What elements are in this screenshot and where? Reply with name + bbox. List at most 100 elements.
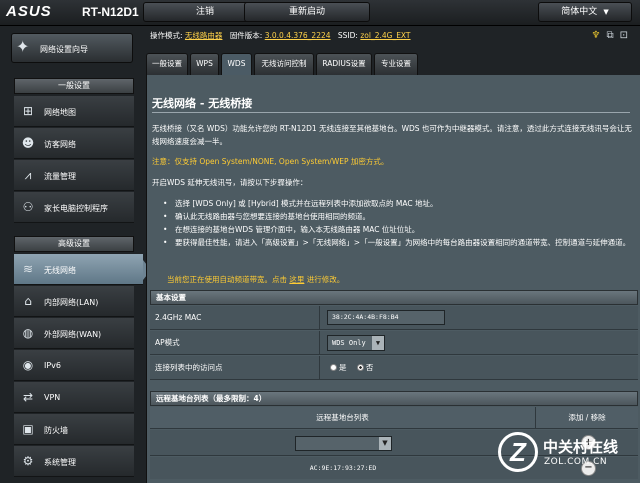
content-panel: 无线网络 - 无线桥接 无线桥接（又名 WDS）功能允许您的 RT-N12D1 …	[146, 75, 640, 483]
col-remote-list: 远程基地台列表	[150, 407, 536, 429]
watermark-en: ZOL.COM.CN	[544, 457, 608, 467]
sidebar-item-traffic-manager[interactable]: ⩘ 流量管理	[14, 160, 134, 191]
auto-note-suffix: 进行修改。	[304, 275, 345, 284]
watermark-zh: 中关村在线	[543, 438, 619, 456]
advanced-section-header: 高级设置	[14, 236, 134, 252]
col-add-remove: 添加 / 移除	[568, 413, 606, 422]
tab-radius[interactable]: RADIUS设置	[316, 53, 372, 75]
tab-wps[interactable]: WPS	[190, 53, 219, 75]
connect-yes-radio[interactable]	[330, 364, 337, 371]
vpn-icon: ⇄	[22, 390, 34, 404]
wan-icon: ◍	[22, 326, 34, 340]
steps-intro: 开启WDS 延伸无线讯号，请按以下步骤操作：	[152, 178, 308, 187]
connect-no-option[interactable]: 否	[356, 363, 374, 372]
sidebar-item-label: 外部网络(WAN)	[44, 330, 102, 339]
mac-address-field[interactable]: 38:2C:4A:4B:F8:B4	[327, 310, 445, 325]
brand-logo: ASUS	[6, 3, 52, 20]
auto-bandwidth-note: 当前您正在使用自动频道带宽。点击 这里 进行修改。	[167, 274, 344, 285]
quick-setup-label: 网络设置向导	[40, 45, 88, 54]
sidebar-item-ipv6[interactable]: ◉ IPv6	[14, 350, 134, 381]
link-status-icon[interactable]: ⊡	[620, 30, 634, 41]
remote-ap-columns: 远程基地台列表 添加 / 移除	[150, 407, 638, 429]
notification-bulb-icon[interactable]: ♆	[592, 30, 607, 41]
connect-ap-row: 连接列表中的访问点 是 否	[150, 356, 638, 380]
reboot-button[interactable]: 重新启动	[244, 2, 370, 22]
sidebar-item-guest-network[interactable]: ☻ 访客网络	[14, 128, 134, 159]
usb-icon[interactable]: ⧉	[606, 30, 619, 41]
language-label: 简体中文	[561, 7, 598, 17]
remote-ap-header: 远程基地台列表（最多限制：4）	[150, 391, 638, 406]
ipv6-icon: ◉	[22, 358, 34, 372]
sidebar-item-network-map[interactable]: ⊞ 网络地图	[14, 96, 134, 127]
list-item: 确认此无线路由器与您想要连接的基地台使用相同的频道。	[161, 210, 631, 223]
sidebar-item-firewall[interactable]: ▣ 防火墙	[14, 414, 134, 445]
sidebar-item-label: VPN	[44, 393, 61, 402]
general-section-header: 一般设置	[14, 78, 134, 94]
steps-list: 选择 [WDS Only] 或 [Hybrid] 模式并在远程列表中添加欲取点的…	[161, 197, 631, 249]
guest-network-icon: ☻	[21, 136, 35, 150]
connect-no-radio[interactable]	[356, 364, 364, 371]
ssid-link[interactable]: zol_2.4G_EXT	[360, 31, 410, 40]
tab-access-control[interactable]: 无线访问控制	[254, 53, 314, 75]
sidebar-item-label: 无线网络	[44, 266, 76, 275]
sidebar-item-wan[interactable]: ◍ 外部网络(WAN)	[14, 318, 134, 349]
model-name: RT-N12D1	[82, 5, 139, 19]
connect-yes-option[interactable]: 是	[330, 363, 347, 372]
sidebar-item-administration[interactable]: ⚙ 系统管理	[14, 446, 134, 477]
sidebar-item-label: 流量管理	[44, 172, 76, 181]
sidebar-item-lan[interactable]: ⌂ 内部网络(LAN)	[14, 286, 134, 317]
intro-text: 无线桥接（又名 WDS）功能允许您的 RT-N12D1 无线连接至其他基地台。W…	[152, 124, 632, 146]
zol-logo-icon: Z	[498, 432, 538, 472]
top-bar: ASUS RT-N12D1 注销 重新启动 简体中文 ▼	[0, 0, 640, 26]
connect-no-label: 否	[365, 363, 374, 372]
sidebar: ✦ 网络设置向导 一般设置 ⊞ 网络地图 ☻ 访客网络 ⩘ 流量管理 ⚇ 家长电…	[0, 26, 151, 483]
quick-setup-button[interactable]: ✦ 网络设置向导	[11, 33, 133, 63]
ap-mode-value: WDS Only	[332, 339, 366, 347]
list-item: 在想连接的基地台WDS 管理介面中，输入本无线路由器 MAC 位址位址。	[161, 223, 631, 236]
chevron-down-icon: ▼	[372, 336, 384, 350]
sidebar-item-label: 防火墙	[44, 426, 68, 435]
ssid-label: SSID:	[337, 31, 358, 40]
ap-mode-label: AP模式	[150, 331, 320, 354]
title-divider	[152, 112, 630, 113]
auto-note-prefix: 当前您正在使用自动频道带宽。点击	[167, 275, 290, 284]
firmware-version-link[interactable]: 3.0.0.4.376_2224	[265, 31, 331, 40]
sidebar-item-label: 内部网络(LAN)	[44, 298, 99, 307]
list-item: 选择 [WDS Only] 或 [Hybrid] 模式并在远程列表中添加欲取点的…	[161, 197, 631, 210]
change-bandwidth-link[interactable]: 这里	[289, 275, 304, 284]
encryption-note: 注意：仅支持 Open System/NONE, Open System/WEP…	[152, 157, 389, 166]
sidebar-item-label: 系统管理	[44, 458, 76, 467]
wireless-icon: ≋	[22, 262, 34, 276]
tab-general[interactable]: 一般设置	[146, 53, 188, 75]
mac-row: 2.4GHz MAC 38:2C:4A:4B:F8:B4	[150, 306, 638, 330]
operation-mode-link[interactable]: 无线路由器	[185, 31, 223, 40]
ap-mode-select[interactable]: WDS Only ▼	[327, 335, 385, 351]
sidebar-item-wireless[interactable]: ≋ 无线网络	[14, 254, 151, 285]
watermark: Z 中关村在线 ZOL.COM.CN	[498, 430, 638, 480]
connect-yes-label: 是	[339, 363, 347, 372]
mac-label: 2.4GHz MAC	[150, 306, 320, 329]
page-title: 无线网络 - 无线桥接	[152, 97, 253, 110]
magic-wand-icon: ✦	[16, 37, 30, 56]
chevron-down-icon: ▼	[603, 8, 609, 16]
administration-icon: ⚙	[22, 454, 34, 468]
status-bar: 操作模式: 无线路由器 固件版本: 3.0.0.4.376_2224 SSID:…	[144, 26, 640, 46]
traffic-manager-icon: ⩘	[24, 168, 32, 182]
lan-icon: ⌂	[24, 294, 32, 308]
remote-ap-mac: AC:9E:17:93:27:ED	[309, 464, 377, 472]
sidebar-item-label: IPv6	[44, 361, 62, 370]
sidebar-item-vpn[interactable]: ⇄ VPN	[14, 382, 134, 413]
list-item: 要获得最佳性能，请进入「高级设置」>「无线网络」>「一般设置」为网络中的每台路由…	[161, 236, 631, 249]
basic-settings-header: 基本设置	[150, 290, 638, 305]
sidebar-item-label: 网络地图	[44, 108, 76, 117]
tab-professional[interactable]: 专业设置	[374, 53, 418, 75]
sidebar-item-parental-control[interactable]: ⚇ 家长电脑控制程序	[14, 192, 134, 223]
status-icons: ♆⧉⊡	[592, 26, 635, 46]
chevron-down-icon: ▼	[379, 437, 391, 450]
operation-mode-label: 操作模式:	[150, 31, 183, 40]
language-select[interactable]: 简体中文 ▼	[538, 2, 632, 22]
remote-ap-select[interactable]: ▼	[295, 436, 392, 451]
sidebar-item-label: 家长电脑控制程序	[44, 204, 108, 213]
tab-wds[interactable]: WDS	[221, 53, 252, 75]
firmware-label: 固件版本:	[229, 31, 263, 40]
